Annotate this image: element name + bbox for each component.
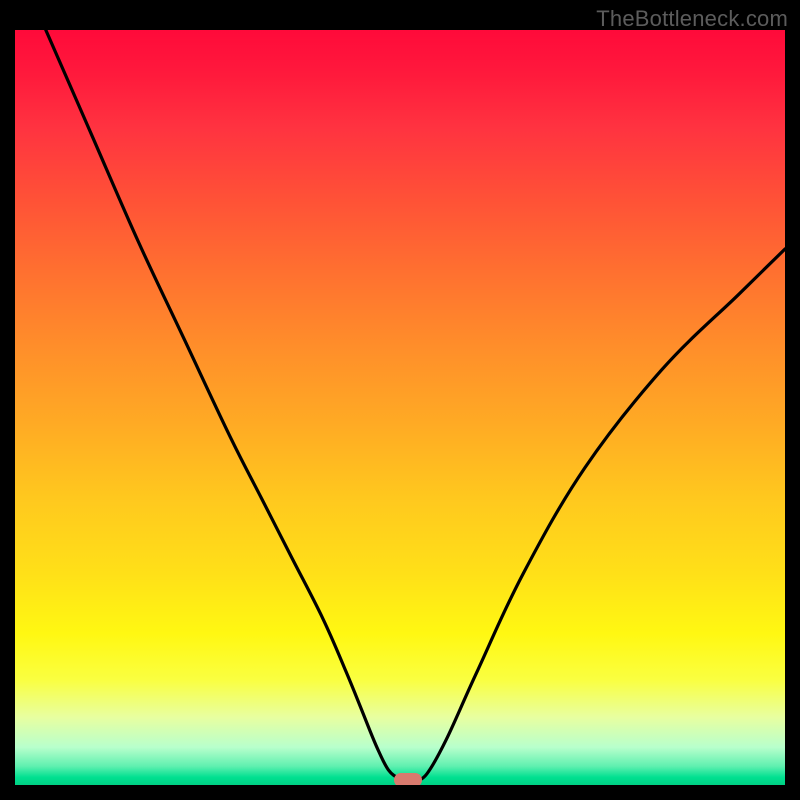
watermark-text: TheBottleneck.com	[596, 6, 788, 32]
optimum-marker	[394, 773, 422, 785]
plot-area	[15, 30, 785, 785]
bottleneck-curve	[15, 30, 785, 785]
chart-frame: TheBottleneck.com	[0, 0, 800, 800]
